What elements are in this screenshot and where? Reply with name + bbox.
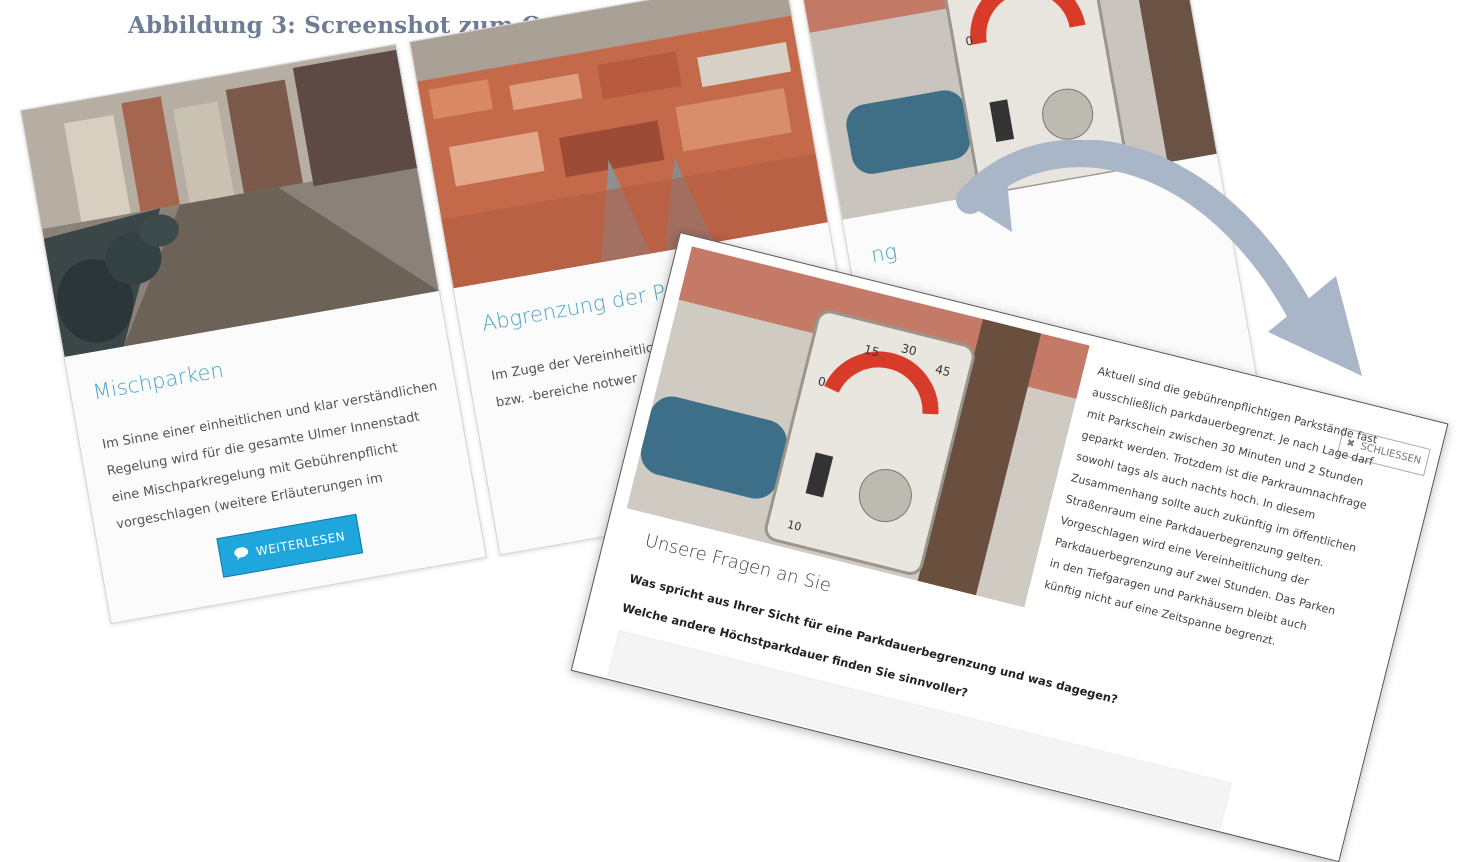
card-text: Im Sinne einer einheitlichen und klar ve… <box>101 378 439 533</box>
street-parking-photo <box>21 44 439 358</box>
card-title: Mischparken <box>91 357 226 405</box>
read-more-label: WEITERLESEN <box>254 529 347 559</box>
city-aerial-photo <box>410 0 828 289</box>
card-title: Abgrenzung der Pa <box>480 277 680 336</box>
speech-bubble-icon <box>233 546 249 563</box>
card-title: ng <box>869 239 899 268</box>
screenshot-collage: Mischparken Im Sinne einer einheitlichen… <box>0 0 1462 862</box>
curved-arrow-icon <box>950 139 1380 414</box>
answer-area[interactable] <box>607 630 1233 830</box>
card-mischparken: Mischparken Im Sinne einer einheitlichen… <box>20 43 487 625</box>
read-more-button[interactable]: WEITERLESEN <box>216 513 364 578</box>
